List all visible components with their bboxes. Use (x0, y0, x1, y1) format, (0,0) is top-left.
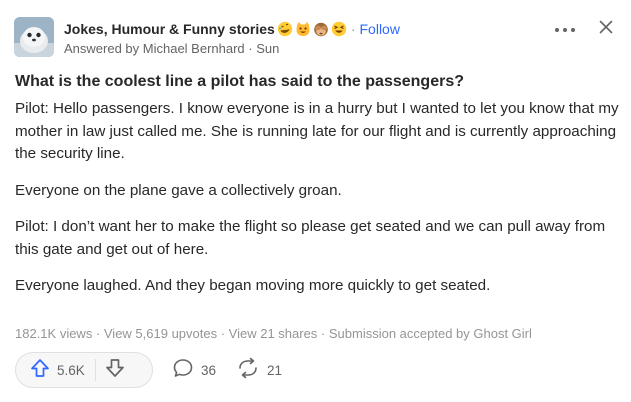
space-name[interactable]: Jokes, Humour & Funny stories (64, 21, 275, 37)
answer-stats[interactable]: 182.1K views · View 5,619 upvotes · View… (15, 326, 532, 341)
share-count: 21 (267, 362, 283, 378)
laughing-squinting-face-icon (331, 21, 347, 37)
separator-dot: · (350, 21, 356, 37)
vote-pill: 5.6K (15, 352, 153, 388)
downvote-button[interactable] (96, 353, 134, 387)
space-row: Jokes, Humour & Funny stories · Follow (64, 19, 400, 39)
follow-button[interactable]: Follow (360, 21, 400, 37)
downvote-arrow-icon (105, 358, 125, 383)
space-avatar[interactable] (14, 17, 54, 57)
comment-button[interactable]: 36 (172, 358, 216, 382)
rolling-on-floor-laughing-icon (277, 21, 293, 37)
answer-body: Pilot: Hello passengers. I know everyone… (15, 98, 620, 312)
close-icon (599, 20, 613, 39)
upvote-arrow-icon (30, 358, 50, 383)
upvote-button[interactable]: 5.6K (16, 353, 85, 387)
more-options-button[interactable] (552, 21, 578, 37)
share-button[interactable]: 21 (236, 357, 283, 384)
question-title[interactable]: What is the coolest line a pilot has sai… (15, 72, 615, 92)
answer-paragraph: Pilot: Hello passengers. I know everyone… (15, 100, 619, 162)
more-horizontal-icon (554, 20, 576, 38)
close-button[interactable] (596, 19, 616, 39)
answer-paragraph: Everyone on the plane gave a collectivel… (15, 181, 342, 199)
comment-bubble-icon (172, 357, 194, 384)
answer-card: Jokes, Humour & Funny stories · Follow A… (0, 0, 631, 402)
answer-paragraph: Everyone laughed. And they began moving … (15, 277, 491, 294)
answer-byline[interactable]: Answered by Michael Bernhard · Sun (64, 41, 279, 56)
share-arrows-icon (236, 357, 260, 384)
upvote-count: 5.6K (57, 362, 85, 378)
grinning-cat-icon (295, 21, 311, 37)
answer-paragraph: Pilot: I don’t want her to make the flig… (15, 218, 606, 258)
see-no-evil-monkey-icon (313, 21, 329, 37)
comment-count: 36 (201, 362, 217, 378)
